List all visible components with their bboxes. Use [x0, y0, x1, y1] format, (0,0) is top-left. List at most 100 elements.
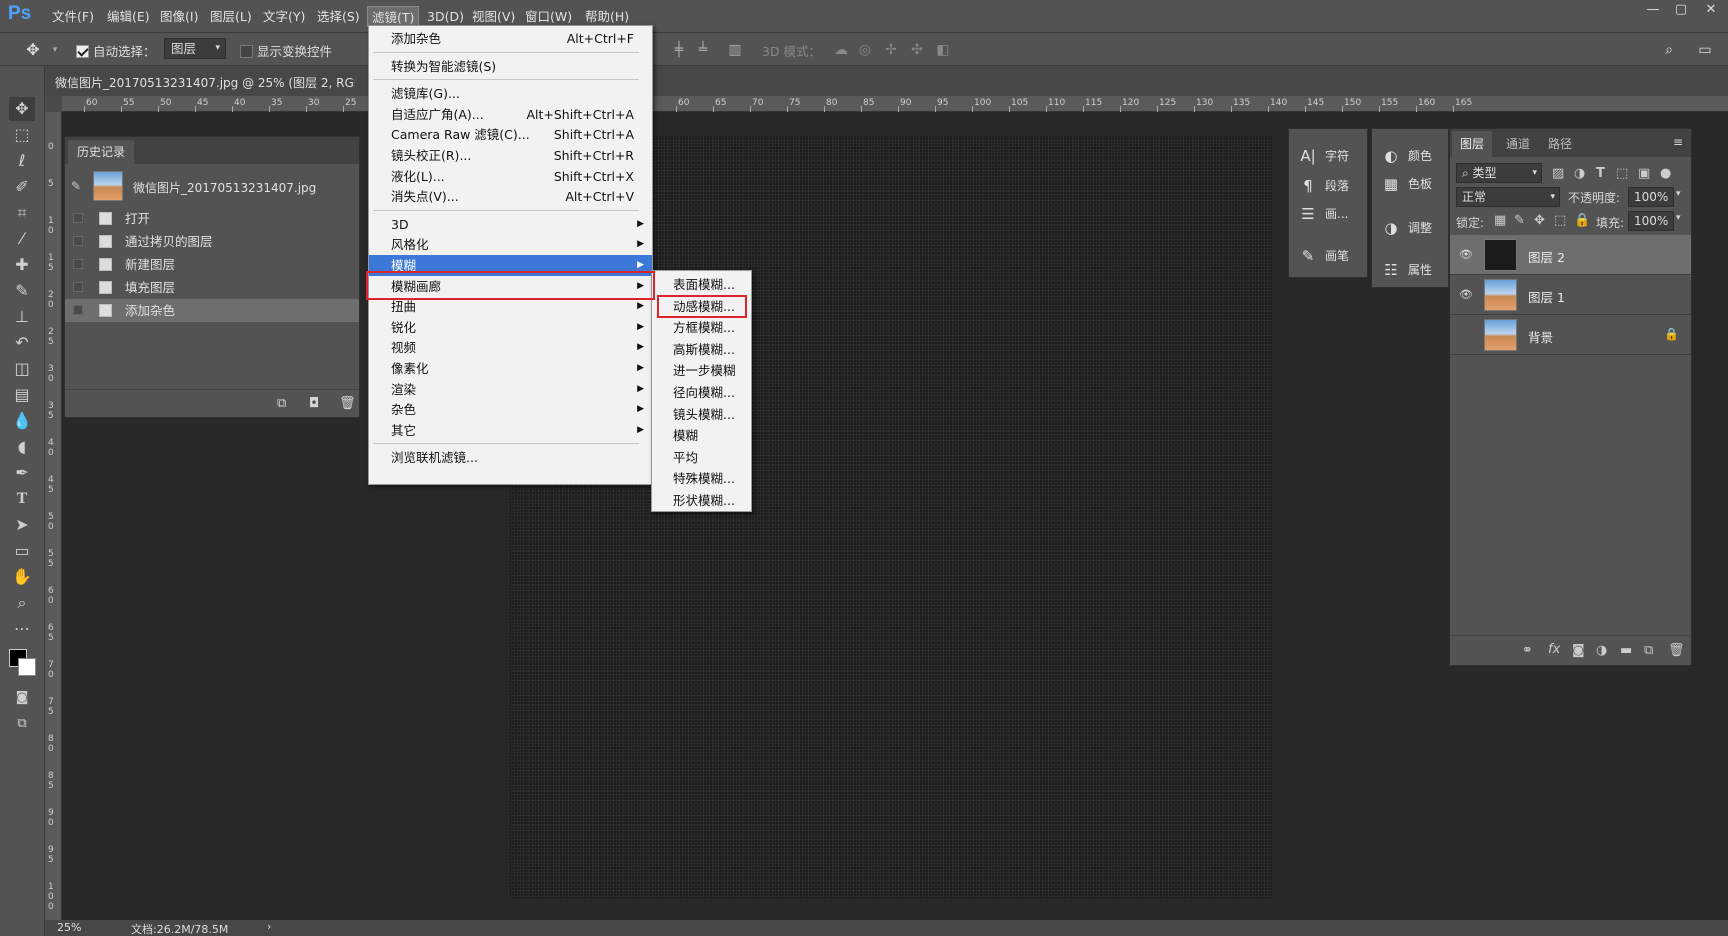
filter-toggle-icon[interactable]: ● [1660, 166, 1671, 181]
delete-layer-icon[interactable]: 🗑 [1668, 643, 1685, 658]
history-step[interactable]: 打开 [65, 207, 359, 230]
pixel-filter-icon[interactable]: ▨ [1552, 166, 1564, 181]
eyedropper-tool-icon[interactable]: ⁄ [9, 227, 35, 251]
adjustment-filter-icon[interactable]: ◑ [1574, 166, 1585, 181]
mini-panel-left-1[interactable]: ¶ 段落 [1289, 173, 1365, 199]
adjustment-layer-icon[interactable]: ◑ [1596, 643, 1607, 658]
filter-menu-item[interactable]: 自适应广角(A)... Alt+Shift+Ctrl+A [369, 104, 652, 125]
lock-position-icon[interactable]: ✥ [1534, 213, 1545, 228]
auto-select-target-select[interactable]: 图层 ▾ [164, 38, 226, 59]
move-tool-icon[interactable]: ✥ [9, 97, 35, 121]
menu-1[interactable]: 编辑(E) [103, 6, 154, 27]
filter-menu-item[interactable]: 视频 ▶ [369, 337, 652, 358]
new-layer-icon[interactable]: ⧉ [1644, 643, 1653, 658]
opacity-input[interactable]: 100% [1628, 187, 1674, 207]
blur-submenu-item[interactable]: 高斯模糊... [652, 339, 751, 360]
filter-menu-item[interactable]: 液化(L)... Shift+Ctrl+X [369, 166, 652, 187]
mini-panel-right-1[interactable]: ▦ 色板 [1372, 171, 1448, 197]
blur-submenu-item[interactable]: 方框模糊... [652, 317, 751, 338]
menu-2[interactable]: 图像(I) [156, 6, 202, 27]
filter-menu-item[interactable]: 镜头校正(R)... Shift+Ctrl+R [369, 145, 652, 166]
quick-mask-icon[interactable]: ◙ [9, 686, 35, 710]
drag-3d-icon[interactable]: ✢ [882, 41, 900, 59]
menu-10[interactable]: 帮助(H) [581, 6, 633, 27]
tool-preset-chevron-icon[interactable]: ▾ [46, 41, 64, 59]
lock-transparency-icon[interactable]: ▦ [1494, 213, 1506, 228]
menu-0[interactable]: 文件(F) [48, 6, 98, 27]
history-tab[interactable]: 历史记录 [68, 140, 135, 164]
menu-8[interactable]: 视图(V) [468, 6, 519, 27]
type-filter-icon[interactable]: T [1596, 166, 1605, 181]
roll-3d-icon[interactable]: ◎ [856, 41, 874, 59]
auto-select-check[interactable] [76, 45, 89, 58]
layer-style-icon[interactable]: fx [1548, 642, 1560, 657]
filter-menu-item[interactable]: Camera Raw 滤镜(C)... Shift+Ctrl+A [369, 124, 652, 145]
clone-stamp-tool-icon[interactable]: ⊥ [9, 305, 35, 329]
type-tool-icon[interactable]: T [9, 487, 35, 511]
scale-3d-icon[interactable]: ◧ [934, 41, 952, 59]
menu-5[interactable]: 选择(S) [313, 6, 364, 27]
mini-panel-right-2[interactable]: ◑ 调整 [1372, 215, 1448, 241]
lock-artboard-icon[interactable]: ⬚ [1554, 213, 1566, 228]
blur-submenu-item[interactable]: 进一步模糊 [652, 360, 751, 381]
filter-menu-item[interactable]: 像素化 ▶ [369, 358, 652, 379]
mini-panel-left-3[interactable]: ✎ 画笔 [1289, 243, 1365, 269]
crop-tool-icon[interactable]: ⌗ [9, 201, 35, 225]
maximize-button[interactable]: ▢ [1668, 2, 1694, 20]
filter-menu-item[interactable]: 转换为智能滤镜(S) [369, 56, 652, 77]
history-step[interactable]: 添加杂色 [65, 299, 359, 322]
filter-menu-item[interactable]: 锐化 ▶ [369, 317, 652, 338]
history-brush-source-icon[interactable]: ✎ [71, 179, 81, 193]
lock-all-icon[interactable]: 🔒 [1574, 213, 1590, 228]
new-group-icon[interactable]: ▬ [1620, 643, 1632, 658]
shape-filter-icon[interactable]: ⬚ [1616, 166, 1628, 181]
layer-row[interactable]: 👁 图层 2 [1450, 235, 1691, 275]
orbit-3d-icon[interactable]: ☁ [832, 41, 850, 59]
distribute-bottom-icon[interactable]: ╧ [694, 41, 712, 59]
rectangle-tool-icon[interactable]: ▭ [9, 539, 35, 563]
brush-tool-icon[interactable]: ✎ [9, 279, 35, 303]
eye-icon[interactable]: 👁 [1459, 248, 1473, 262]
mini-panel-right-3[interactable]: ☷ 属性 [1372, 257, 1448, 283]
blur-tool-icon[interactable]: 💧 [9, 409, 35, 433]
add-mask-icon[interactable]: ◙ [1572, 643, 1585, 658]
layers-tab-0[interactable]: 图层 [1452, 131, 1493, 157]
filter-menu-item[interactable]: 杂色 ▶ [369, 399, 652, 420]
blend-mode-select[interactable]: 正常 ▾ [1456, 187, 1560, 207]
blur-submenu-item[interactable]: 径向模糊... [652, 382, 751, 403]
history-step[interactable]: 新建图层 [65, 253, 359, 276]
marquee-tool-icon[interactable]: ⬚ [9, 123, 35, 147]
eye-icon[interactable]: 👁 [1459, 288, 1473, 302]
blur-submenu-item[interactable]: 模糊 [652, 425, 751, 446]
menu-4[interactable]: 文字(Y) [259, 6, 309, 27]
delete-state-icon[interactable]: 🗑 [339, 396, 356, 411]
smart-object-filter-icon[interactable]: ▣ [1638, 166, 1650, 181]
background-color-swatch[interactable] [18, 658, 36, 676]
blur-submenu-item[interactable]: 特殊模糊... [652, 468, 751, 489]
slide-3d-icon[interactable]: ✣ [908, 41, 926, 59]
layer-row[interactable]: 👁 图层 1 [1450, 275, 1691, 315]
history-brush-source-checkbox[interactable] [73, 305, 83, 315]
blur-submenu-item[interactable]: 表面模糊... [652, 274, 751, 295]
history-brush-source-checkbox[interactable] [73, 236, 83, 246]
layer-row[interactable]: 背景 🔒 [1450, 315, 1691, 355]
path-select-tool-icon[interactable]: ➤ [9, 513, 35, 537]
menu-7[interactable]: 3D(D) [423, 6, 468, 27]
search-icon[interactable]: ⌕ [1660, 41, 1678, 59]
link-layers-icon[interactable]: ⚭ [1522, 643, 1533, 658]
healing-brush-tool-icon[interactable]: ✚ [9, 253, 35, 277]
blur-submenu-item[interactable]: 形状模糊... [652, 490, 751, 511]
hand-tool-icon[interactable]: ✋ [9, 565, 35, 589]
layer-filter-select[interactable]: ⌕ 类型 ▾ [1456, 163, 1542, 183]
history-snapshot[interactable]: ✎ 微信图片_20170513231407.jpg [65, 167, 359, 207]
filter-menu-item[interactable]: 滤镜库(G)... [369, 83, 652, 104]
filter-menu-item[interactable]: 3D ▶ [369, 214, 652, 235]
fill-input[interactable]: 100% [1628, 211, 1674, 231]
panel-menu-icon[interactable]: ≡ [1673, 135, 1683, 149]
screen-mode-icon[interactable]: ⧉ [9, 712, 35, 736]
pen-tool-icon[interactable]: ✒ [9, 461, 35, 485]
visibility-off-icon[interactable] [1459, 328, 1473, 342]
move-tool-icon[interactable]: ✥ [24, 41, 42, 59]
filter-menu-item[interactable]: 浏览联机滤镜... [369, 447, 652, 468]
quick-select-tool-icon[interactable]: ✐ [9, 175, 35, 199]
